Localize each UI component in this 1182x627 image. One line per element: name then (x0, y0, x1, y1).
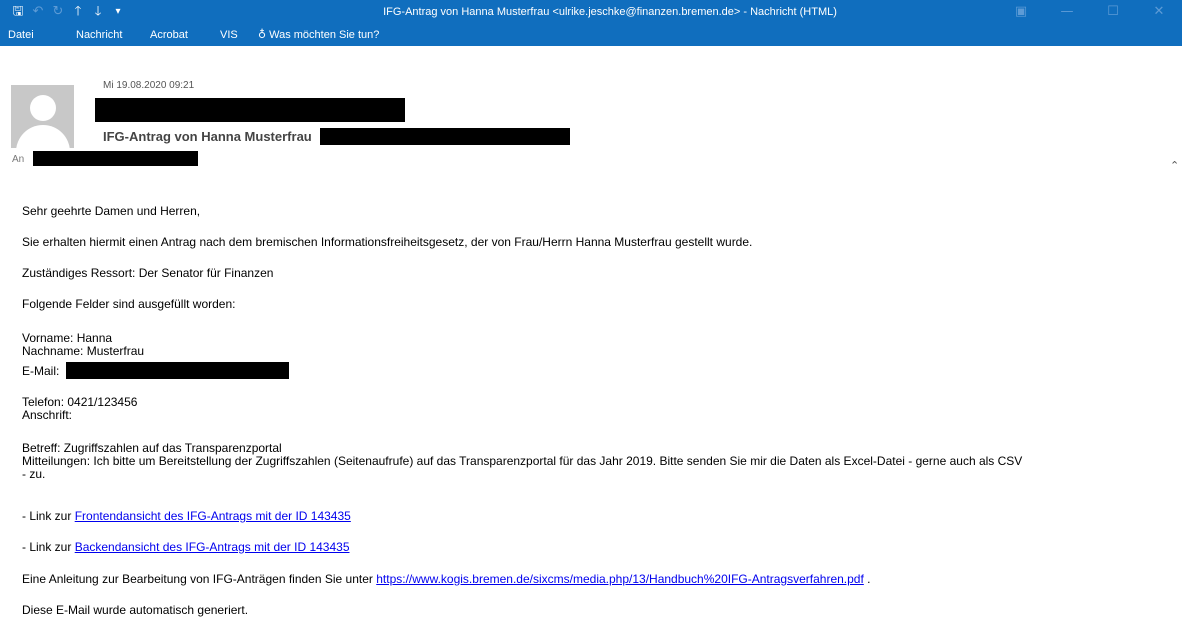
close-icon[interactable]: ✕ (1136, 0, 1182, 24)
tab-acrobat[interactable]: Acrobat (150, 24, 188, 46)
nachname-line: Nachname: Musterfrau (22, 344, 145, 358)
frontend-link-prefix: - Link zur (22, 509, 75, 523)
backend-link-line: - Link zur Backendansicht des IFG-Antrag… (22, 541, 350, 554)
redacted-email (66, 362, 289, 379)
arrow-up-icon[interactable]: 🡑 (68, 0, 88, 24)
message-subject: IFG-Antrag von Hanna Musterfrau (103, 129, 312, 144)
frontend-link-line: - Link zur Frontendansicht des IFG-Antra… (22, 510, 351, 523)
tell-me-label: Was möchten Sie tun? (269, 29, 380, 41)
sender-avatar (11, 85, 74, 148)
anleitung-suffix: . (863, 572, 871, 586)
tab-datei[interactable]: Datei (8, 24, 34, 46)
sent-date: Mi 19.08.2020 09:21 (103, 80, 195, 91)
frontend-link[interactable]: Frontendansicht des IFG-Antrags mit der … (75, 509, 351, 523)
handbuch-link[interactable]: https://www.kogis.bremen.de/sixcms/media… (376, 572, 864, 586)
backend-link[interactable]: Backendansicht des IFG-Antrags mit der I… (75, 540, 350, 554)
anleitung-prefix: Eine Anleitung zur Bearbeitung von IFG-A… (22, 572, 377, 586)
auto-generated-note: Diese E-Mail wurde automatisch generiert… (22, 603, 249, 617)
title-bar: 🖫 ↶ ↻ 🡑 🡓 ▾ IFG-Antrag von Hanna Musterf… (0, 0, 1182, 24)
email-label: E-Mail: (22, 364, 60, 378)
mitteilungen-line-1: Mitteilungen: Ich bitte um Bereitstellun… (22, 454, 1023, 468)
customize-icon[interactable]: ▾ (108, 0, 128, 24)
greeting: Sehr geehrte Damen und Herren, (22, 204, 201, 218)
tab-nachricht[interactable]: Nachricht (76, 24, 122, 46)
maximize-icon[interactable]: ☐ (1090, 0, 1136, 24)
tab-vis[interactable]: VIS (220, 24, 238, 46)
redacted-sender (95, 98, 405, 122)
redo-icon[interactable]: ↻ (48, 0, 68, 24)
save-icon[interactable]: 🖫 (8, 0, 28, 24)
quick-access-toolbar: 🖫 ↶ ↻ 🡑 🡓 ▾ (8, 0, 128, 24)
mitteilungen-line-2: - zu. (22, 467, 46, 481)
intro-paragraph: Sie erhalten hiermit einen Antrag nach d… (22, 235, 753, 249)
arrow-down-icon[interactable]: 🡓 (88, 0, 108, 24)
window-controls: ▣ — ☐ ✕ (998, 0, 1182, 24)
ribbon-tabs: Datei Nachricht Acrobat VIS ♁ Was möchte… (0, 24, 1182, 46)
anschrift-line: Anschrift: (22, 408, 73, 422)
fields-intro: Folgende Felder sind ausgefüllt worden: (22, 297, 236, 311)
window-title: IFG-Antrag von Hanna Musterfrau <ulrike.… (383, 6, 837, 18)
lightbulb-icon: ♁ (258, 28, 267, 41)
anleitung-line: Eine Anleitung zur Bearbeitung von IFG-A… (22, 573, 870, 586)
ribbon-display-icon[interactable]: ▣ (998, 0, 1044, 24)
ressort-line: Zuständiges Ressort: Der Senator für Fin… (22, 266, 274, 280)
redacted-recipient (33, 151, 198, 166)
undo-icon[interactable]: ↶ (28, 0, 48, 24)
to-label: An (12, 154, 25, 165)
minimize-icon[interactable]: — (1044, 0, 1090, 24)
redacted-subject-email (320, 128, 570, 145)
tell-me-search[interactable]: ♁ Was möchten Sie tun? (258, 24, 379, 46)
collapse-header-icon[interactable]: ⌃ (1170, 159, 1179, 172)
backend-link-prefix: - Link zur (22, 540, 75, 554)
